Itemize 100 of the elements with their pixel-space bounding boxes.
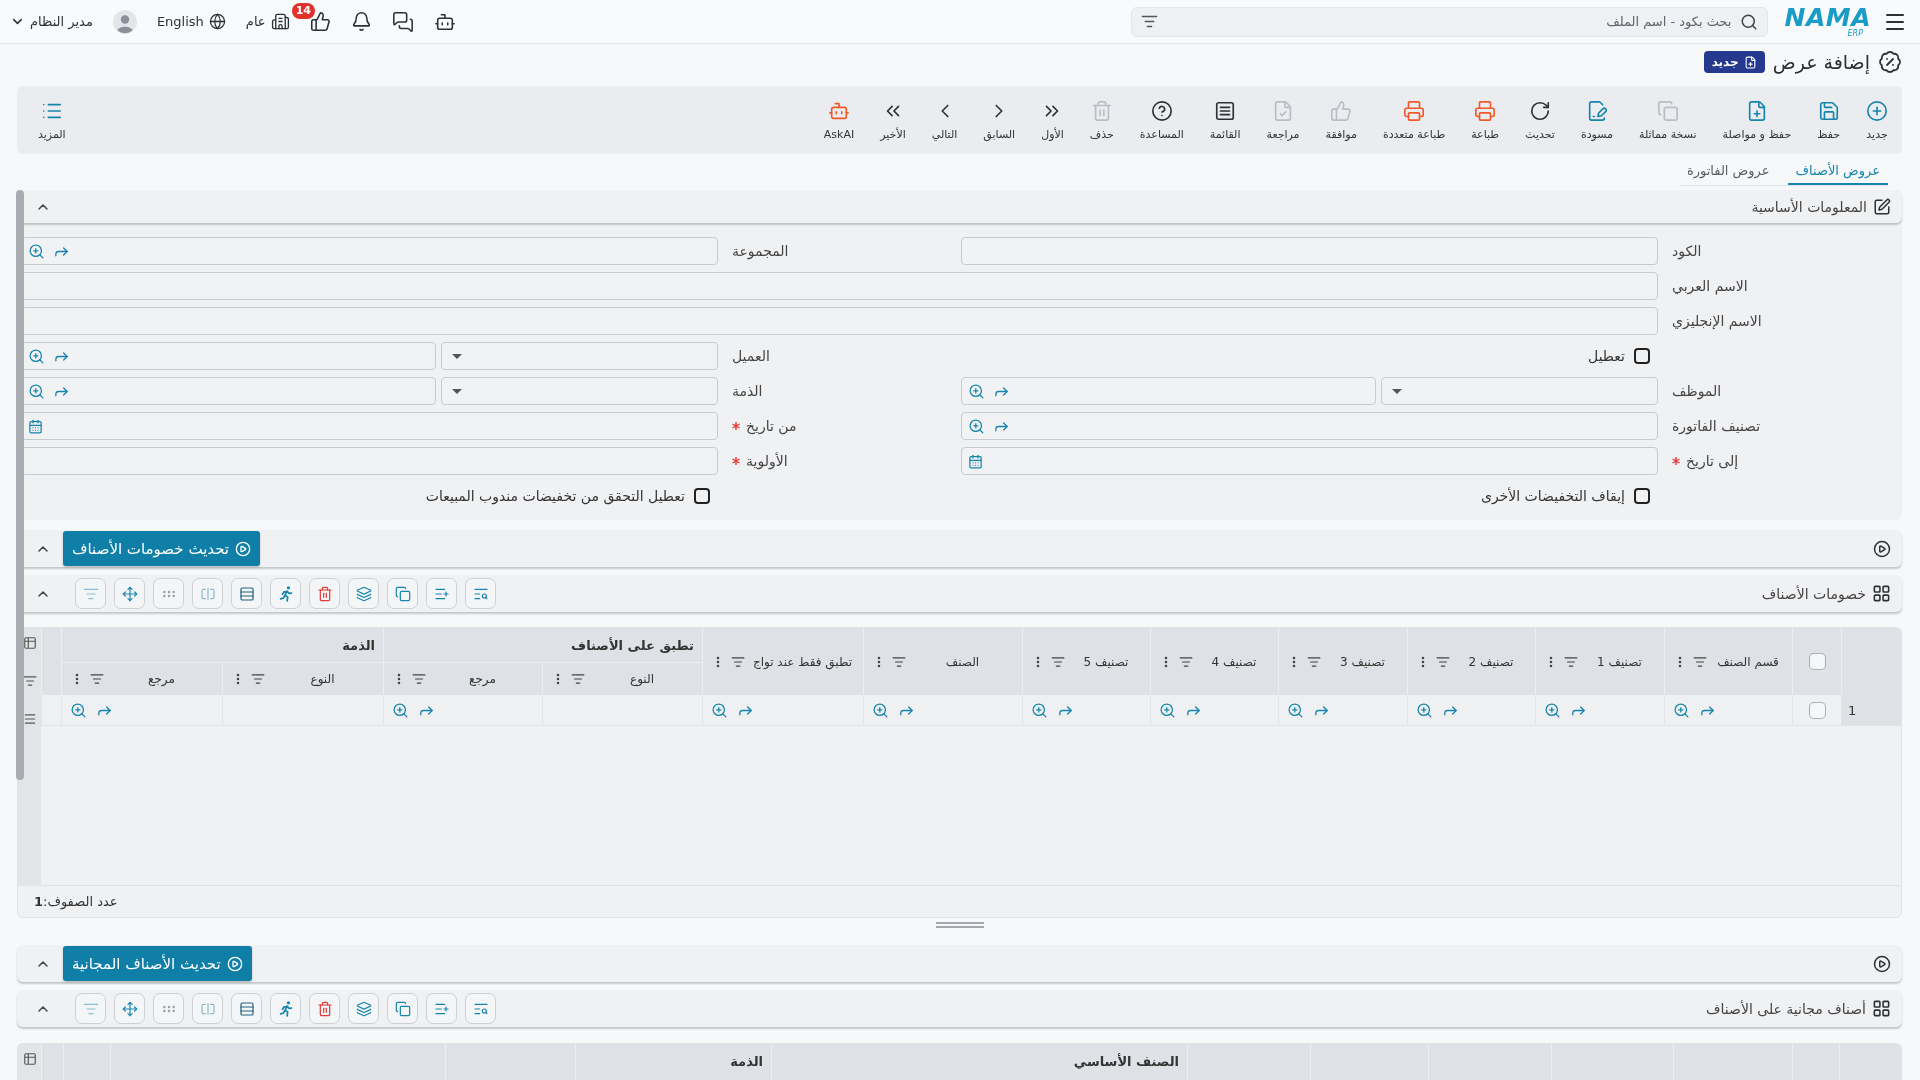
column-header[interactable]: مرجع bbox=[109, 672, 214, 686]
play-circle-icon[interactable] bbox=[1873, 539, 1891, 558]
column-header[interactable]: تصنيف 2 bbox=[1455, 654, 1527, 669]
zoom-in-icon[interactable] bbox=[1159, 701, 1176, 719]
filter-icon[interactable] bbox=[1051, 654, 1065, 669]
zoom-in-icon[interactable] bbox=[70, 701, 87, 719]
grid-tool-button[interactable] bbox=[465, 578, 496, 609]
update-button[interactable]: تحديث الأصناف المجانية bbox=[63, 946, 252, 981]
search-icon[interactable] bbox=[1739, 12, 1758, 31]
dropdown-field[interactable] bbox=[1381, 377, 1658, 405]
toolbar-button[interactable]: طباعة bbox=[1458, 95, 1513, 145]
zoom-in-icon[interactable] bbox=[1673, 701, 1690, 719]
table-icon[interactable] bbox=[22, 1052, 37, 1066]
calendar-icon[interactable] bbox=[28, 418, 43, 434]
filter-icon[interactable] bbox=[1564, 654, 1578, 669]
zoom-in-icon[interactable] bbox=[1416, 701, 1433, 719]
text-field[interactable] bbox=[21, 447, 718, 475]
text-field[interactable] bbox=[21, 272, 1658, 300]
grid-tool-button[interactable] bbox=[270, 993, 301, 1024]
grid-tool-button[interactable] bbox=[231, 993, 262, 1024]
search-input[interactable]: بحث بكود - اسم الملف bbox=[1165, 7, 1732, 36]
language-button[interactable]: English bbox=[156, 13, 226, 30]
zoom-in-icon[interactable] bbox=[968, 382, 985, 400]
lookup-field[interactable] bbox=[21, 377, 436, 405]
lookup-field[interactable] bbox=[21, 342, 436, 370]
zoom-in-icon[interactable] bbox=[28, 382, 45, 400]
column-header[interactable]: تصنيف 4 bbox=[1198, 654, 1270, 669]
filter-icon[interactable] bbox=[1179, 654, 1193, 669]
text-field[interactable] bbox=[961, 237, 1658, 265]
filter-icon[interactable] bbox=[412, 672, 426, 686]
zoom-in-icon[interactable] bbox=[711, 701, 728, 719]
grid-tool-button[interactable] bbox=[426, 993, 457, 1024]
branch-button[interactable]: عام bbox=[245, 12, 290, 31]
caret-down-icon[interactable] bbox=[452, 353, 462, 359]
filter-icon[interactable] bbox=[892, 654, 906, 669]
text-field[interactable] bbox=[21, 307, 1658, 335]
column-header[interactable]: النوع bbox=[590, 672, 694, 686]
toolbar-button[interactable]: طباعة متعددة bbox=[1369, 95, 1459, 145]
column-header[interactable]: قسم الصنف bbox=[1712, 654, 1784, 669]
zoom-in-icon[interactable] bbox=[872, 701, 889, 719]
toolbar-button[interactable]: جديد bbox=[1853, 95, 1901, 145]
column-header[interactable]: تطبق فقط عند تواج bbox=[750, 654, 855, 669]
zoom-in-icon[interactable] bbox=[28, 242, 45, 260]
tab[interactable]: عروض الفاتورة bbox=[1678, 158, 1778, 185]
filter-icon[interactable] bbox=[571, 672, 585, 686]
zoom-in-icon[interactable] bbox=[28, 347, 45, 365]
grid-tool-button[interactable] bbox=[309, 578, 340, 609]
grid-tool-button[interactable] bbox=[348, 578, 379, 609]
checkbox[interactable] bbox=[1634, 348, 1650, 364]
column-header[interactable]: النوع bbox=[270, 672, 375, 686]
dropdown-field[interactable] bbox=[441, 377, 718, 405]
grid-tool-button[interactable] bbox=[153, 578, 184, 609]
toolbar-button[interactable]: التالي bbox=[918, 95, 971, 145]
zoom-in-icon[interactable] bbox=[1287, 701, 1304, 719]
grid-tool-button[interactable] bbox=[309, 993, 340, 1024]
toolbar-button[interactable]: السابق bbox=[970, 95, 1029, 145]
caret-down-icon[interactable] bbox=[452, 388, 462, 394]
lookup-field[interactable] bbox=[961, 412, 1658, 440]
toolbar-button[interactable]: القائمة bbox=[1196, 95, 1254, 145]
checkbox[interactable] bbox=[1634, 488, 1650, 504]
toolbar-button[interactable]: حفظ و مواصلة bbox=[1709, 95, 1805, 145]
grid-tool-button[interactable] bbox=[231, 578, 262, 609]
more-button[interactable]: المزيد bbox=[25, 95, 79, 145]
chat-bubbles-icon[interactable] bbox=[391, 10, 414, 33]
checkbox[interactable] bbox=[1808, 653, 1826, 670]
filter-icon[interactable] bbox=[90, 672, 104, 686]
toolbar-button[interactable]: المساعدة bbox=[1126, 95, 1197, 145]
avatar-icon[interactable] bbox=[112, 9, 137, 34]
table-icon[interactable] bbox=[22, 636, 37, 650]
calendar-icon[interactable] bbox=[968, 453, 983, 469]
checkbox[interactable] bbox=[1808, 701, 1826, 719]
column-header[interactable]: تصنيف 1 bbox=[1583, 654, 1656, 669]
zoom-in-icon[interactable] bbox=[1031, 701, 1048, 719]
grid-tool-button[interactable] bbox=[387, 578, 418, 609]
toolbar-button[interactable]: مسودة bbox=[1567, 95, 1626, 145]
lookup-field[interactable] bbox=[961, 377, 1376, 405]
grid-tool-button[interactable] bbox=[114, 578, 145, 609]
date-field[interactable] bbox=[21, 412, 718, 440]
lookup-field[interactable] bbox=[21, 237, 718, 265]
toolbar-button[interactable]: الأول bbox=[1028, 95, 1077, 145]
filter-icon[interactable] bbox=[1307, 654, 1321, 669]
filter-icon[interactable] bbox=[22, 674, 37, 688]
grid-tool-button[interactable] bbox=[387, 993, 418, 1024]
play-circle-icon[interactable] bbox=[1873, 954, 1891, 973]
zoom-in-icon[interactable] bbox=[968, 417, 985, 435]
search-field[interactable]: بحث بكود - اسم الملف bbox=[1130, 6, 1768, 37]
date-field[interactable] bbox=[961, 447, 1658, 475]
column-header[interactable]: تصنيف 5 bbox=[1070, 654, 1142, 669]
grid-tool-button[interactable] bbox=[270, 578, 301, 609]
checkbox[interactable] bbox=[694, 488, 710, 504]
column-header[interactable]: الصنف bbox=[911, 654, 1014, 669]
bell-icon[interactable] bbox=[350, 11, 372, 32]
user-menu-button[interactable]: مدير النظام bbox=[10, 14, 93, 29]
column-header[interactable]: مرجع bbox=[431, 672, 534, 686]
filter-icon[interactable] bbox=[1140, 13, 1158, 30]
tab[interactable]: عروض الأصناف bbox=[1787, 158, 1888, 185]
toolbar-button[interactable]: الأخير bbox=[867, 95, 919, 145]
scrollbar-thumb[interactable] bbox=[16, 190, 24, 780]
filter-icon[interactable] bbox=[1436, 654, 1450, 669]
update-button[interactable]: تحديث خصومات الأصناف bbox=[63, 531, 261, 566]
